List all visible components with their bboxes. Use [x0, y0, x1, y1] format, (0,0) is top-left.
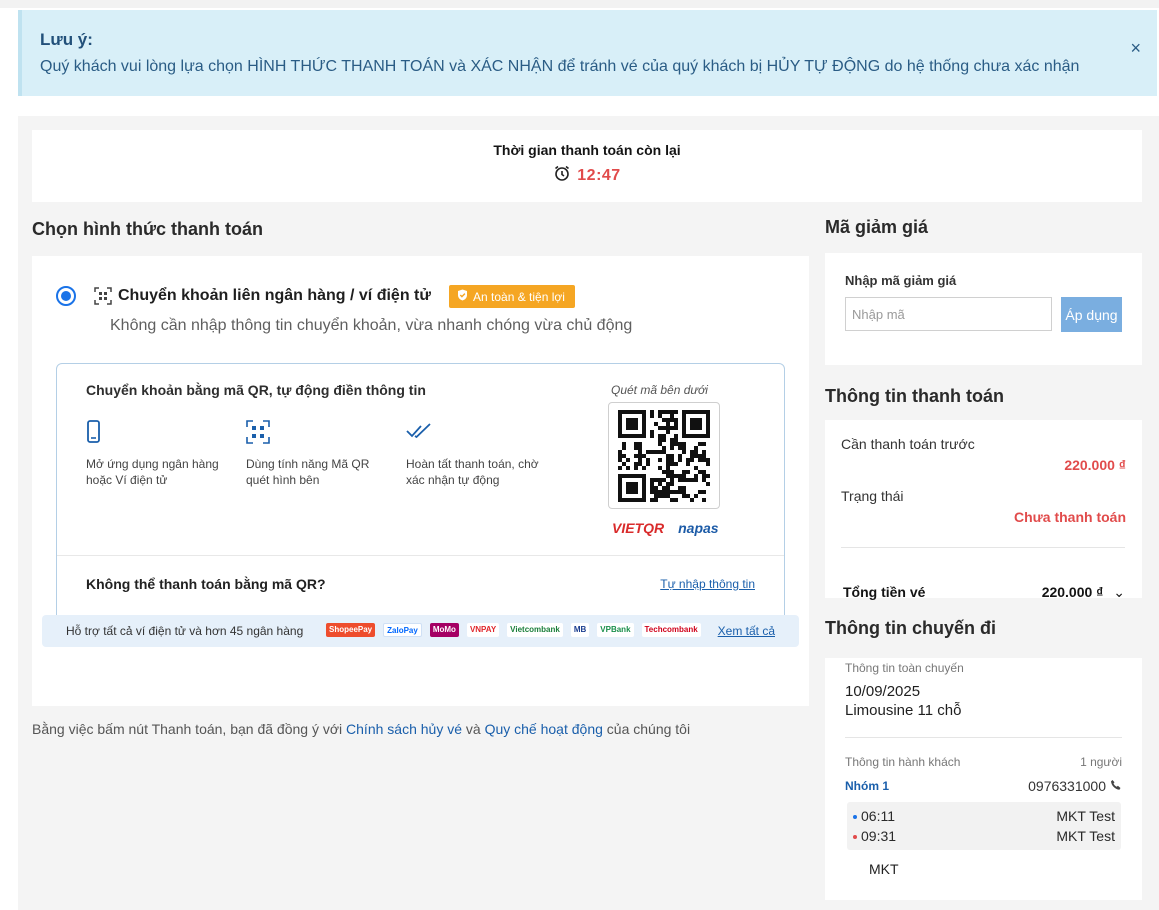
- payment-info-card: Cần thanh toán trước 220.000 ₫ Trạng thá…: [825, 420, 1142, 601]
- phone-icon: [1110, 778, 1122, 794]
- manual-entry-link[interactable]: Tự nhập thông tin: [660, 577, 755, 591]
- agreement-text: và: [465, 721, 481, 737]
- qr-step: Mở ứng dụng ngân hàng hoặc Ví điện tử: [86, 420, 236, 488]
- segment-time: 09:31: [861, 828, 897, 844]
- bank-logo: Vietcombank: [507, 623, 563, 637]
- group-label: Nhóm 1: [845, 779, 890, 793]
- bank-logo: VPBank: [597, 623, 634, 637]
- operator-name: MKT: [869, 861, 899, 877]
- qr-scan-icon: [246, 420, 396, 448]
- see-all-banks-link[interactable]: Xem tất cả: [718, 624, 775, 638]
- total-value: 220.000 ₫: [1041, 584, 1104, 600]
- napas-logo: napas: [678, 520, 719, 536]
- apply-discount-button[interactable]: Áp dụng: [1061, 297, 1122, 332]
- terms-agreement: Bằng việc bấm nút Thanh toán, bạn đã đồn…: [32, 721, 690, 737]
- bank-logo-list: ShopeePay ZaloPay MoMo VNPAY Vietcombank…: [326, 623, 701, 637]
- agreement-text: của chúng tôi: [606, 721, 691, 737]
- prepay-value: 220.000 ₫: [1064, 457, 1126, 473]
- operating-rules-link[interactable]: Quy chế hoạt động: [485, 721, 603, 737]
- payment-method-title: Chọn hình thức thanh toán: [32, 219, 263, 239]
- payment-method-card: Chuyển khoản liên ngân hàng / ví điện tử…: [32, 256, 809, 706]
- divider: [845, 737, 1122, 738]
- no-qr-question: Không thể thanh toán bằng mã QR?: [86, 576, 326, 592]
- trip-segments: 06:11 MKT Test 09:31 MKT Test: [847, 802, 1121, 850]
- total-value-group: 220.000 ₫ ⌄: [1042, 584, 1125, 601]
- passenger-label: Thông tin hành khách: [845, 755, 961, 769]
- safe-badge: An toàn & tiện lợi: [449, 285, 575, 308]
- total-label: Tổng tiền vé: [843, 584, 926, 600]
- payment-method-title-text[interactable]: Chuyển khoản liên ngân hàng / ví điện tử: [118, 287, 431, 305]
- discount-code-input[interactable]: [845, 297, 1052, 331]
- prepay-label: Cần thanh toán trước: [841, 436, 975, 452]
- close-icon[interactable]: ×: [1130, 38, 1141, 59]
- payment-info-title: Thông tin thanh toán: [825, 386, 1004, 406]
- notice-title: Lưu ý:: [40, 30, 93, 49]
- qr-step-text: Mở ứng dụng ngân hàng hoặc Ví điện tử: [86, 457, 219, 487]
- dropoff-dot: [853, 835, 857, 840]
- passenger-count: 1 người: [1080, 755, 1122, 769]
- trip-segment: 09:31 MKT Test: [853, 828, 1115, 844]
- bank-logo: ShopeePay: [326, 623, 376, 637]
- qr-code-image: [608, 402, 720, 509]
- top-strip: [0, 0, 1159, 8]
- scan-label: Quét mã bên dưới: [611, 383, 708, 397]
- status-value: Chưa thanh toán: [1013, 509, 1126, 525]
- bank-logo: ZaloPay: [383, 623, 422, 637]
- payment-timer: Thời gian thanh toán còn lại 12:47: [32, 130, 1142, 202]
- phone-icon: [86, 420, 236, 448]
- trip-overview-label: Thông tin toàn chuyến: [845, 661, 964, 675]
- payment-method-radio[interactable]: [56, 286, 76, 306]
- trip-info-card: Thông tin toàn chuyến 10/09/2025 Limousi…: [825, 658, 1142, 900]
- safe-badge-label: An toàn & tiện lợi: [473, 289, 565, 304]
- discount-title: Mã giảm giá: [825, 217, 929, 237]
- agreement-text: Bằng việc bấm nút Thanh toán, bạn đã đồn…: [32, 721, 343, 737]
- status-label: Trạng thái: [841, 488, 904, 504]
- segment-name: MKT Test: [1056, 808, 1115, 824]
- discount-label: Nhập mã giảm giá: [845, 273, 957, 288]
- qr-step-text: Dùng tính năng Mã QR quét hình bên: [246, 457, 370, 487]
- divider: [841, 547, 1125, 548]
- bank-logo: Techcombank: [641, 623, 701, 637]
- timer-label: Thời gian thanh toán còn lại: [493, 142, 681, 158]
- bank-logo: VNPAY: [466, 623, 500, 637]
- total-row[interactable]: Tổng tiền vé 220.000 ₫ ⌄: [843, 584, 1125, 601]
- trip-vehicle: Limousine 11 chỗ: [845, 702, 962, 719]
- phone-number: 0976331000: [1028, 778, 1106, 794]
- qr-payment-box: Chuyển khoản bằng mã QR, tự động điền th…: [56, 363, 785, 639]
- payment-method-subtitle: Không cần nhập thông tin chuyển khoản, v…: [110, 317, 633, 334]
- shield-check-icon: [457, 289, 468, 304]
- brand-logos: VIETQR napas: [612, 520, 719, 536]
- bank-support-text: Hỗ trợ tất cả ví điện tử và hơn 45 ngân …: [66, 624, 304, 638]
- bank-support-strip: Hỗ trợ tất cả ví điện tử và hơn 45 ngân …: [42, 615, 799, 647]
- qr-step: Dùng tính năng Mã QR quét hình bên: [246, 420, 396, 488]
- pickup-dot: [853, 815, 857, 820]
- segment-name: MKT Test: [1056, 828, 1115, 844]
- bank-logo: MB: [570, 623, 590, 637]
- qr-code-icon: [94, 287, 112, 310]
- qr-heading: Chuyển khoản bằng mã QR, tự động điền th…: [86, 382, 426, 398]
- discount-card: Nhập mã giảm giá Áp dụng: [825, 253, 1142, 365]
- vietqr-logo: VIETQR: [612, 520, 665, 536]
- alarm-clock-icon: [553, 164, 571, 187]
- divider: [57, 555, 784, 556]
- trip-info-title: Thông tin chuyến đi: [825, 618, 996, 638]
- bank-logo: MoMo: [429, 623, 459, 637]
- trip-segment: 06:11 MKT Test: [853, 808, 1115, 824]
- notice-text: Quý khách vui lòng lựa chọn HÌNH THỨC TH…: [40, 58, 1080, 75]
- segment-time: 06:11: [861, 808, 895, 824]
- qr-step: Hoàn tất thanh toán, chờ xác nhận tự độn…: [406, 420, 556, 488]
- timer-value: 12:47: [577, 166, 621, 184]
- double-check-icon: [406, 420, 556, 448]
- qr-step-text: Hoàn tất thanh toán, chờ xác nhận tự độn…: [406, 457, 539, 487]
- notice-banner: Lưu ý: Quý khách vui lòng lựa chọn HÌNH …: [18, 10, 1157, 96]
- cancellation-policy-link[interactable]: Chính sách hủy vé: [346, 721, 462, 737]
- chevron-down-icon[interactable]: ⌄: [1113, 584, 1125, 600]
- trip-date: 10/09/2025: [845, 683, 921, 700]
- phone-row: 0976331000: [1028, 778, 1122, 794]
